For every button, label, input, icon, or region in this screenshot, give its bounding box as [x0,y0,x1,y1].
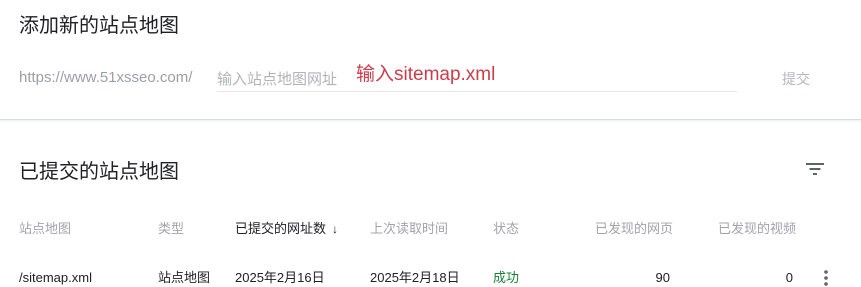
cell-pages-found: 90 [655,270,670,285]
cell-sitemap: /sitemap.xml [19,270,92,285]
submitted-sitemaps-title: 已提交的站点地图 [19,161,179,183]
cell-videos-found: 0 [785,270,793,285]
column-header-status[interactable]: 状态 [493,220,519,238]
column-header-type[interactable]: 类型 [158,220,184,238]
column-header-pages-found[interactable]: 已发现的网页 [595,220,673,238]
submit-button[interactable]: 提交 [774,66,818,90]
add-sitemap-title: 添加新的站点地图 [19,15,179,37]
search-console-sitemaps-page: 添加新的站点地图 https://www.51xsseo.com/ 输入site… [0,0,861,287]
sort-arrow-down-icon: ↓ [332,222,339,236]
sitemap-url-input[interactable] [217,68,737,90]
cell-type: 站点地图 [158,270,211,285]
more-vert-icon[interactable] [818,268,834,287]
section-divider-shadow [0,120,861,123]
column-header-videos-found[interactable]: 已发现的视频 [718,220,796,238]
cell-submitted-date: 2025年2月16日 [235,270,325,285]
site-url-prefix: https://www.51xsseo.com/ [19,69,193,86]
status-badge: 成功 [493,270,520,285]
filter-icon[interactable] [804,160,826,178]
input-underline [217,91,737,92]
cell-last-read: 2025年2月18日 [370,270,460,285]
column-header-submitted-label: 已提交的网址数 [235,221,327,236]
column-header-submitted[interactable]: 已提交的网址数 ↓ [235,220,338,238]
column-header-last-read[interactable]: 上次读取时间 [370,220,448,238]
column-header-sitemap[interactable]: 站点地图 [19,220,71,238]
